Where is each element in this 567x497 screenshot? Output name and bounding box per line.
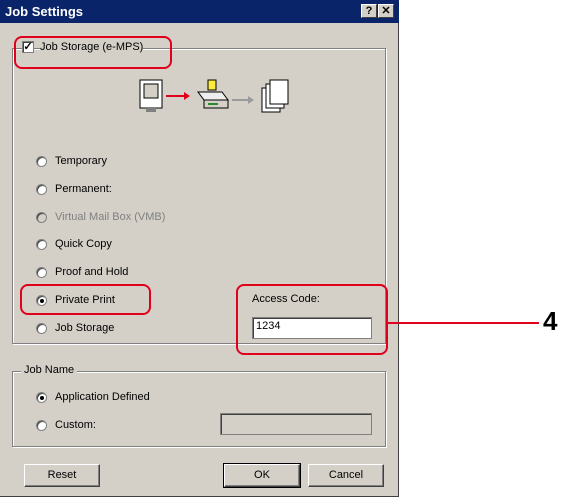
radio-job-storage[interactable]: Job Storage bbox=[36, 320, 114, 336]
custom-name-input[interactable] bbox=[220, 413, 372, 435]
callout-line bbox=[387, 322, 539, 324]
job-name-group-label: Job Name bbox=[21, 364, 78, 376]
radio-dot-icon bbox=[36, 322, 47, 334]
radio-dot-icon bbox=[36, 419, 47, 431]
radio-temporary[interactable]: Temporary bbox=[36, 153, 107, 169]
close-button[interactable]: ✕ bbox=[378, 4, 394, 18]
job-name-group: Job Name bbox=[12, 364, 386, 447]
radio-dot-icon bbox=[36, 155, 47, 167]
cancel-button[interactable]: Cancel bbox=[308, 464, 384, 487]
highlight-private-print bbox=[20, 284, 151, 315]
radio-proof-and-hold[interactable]: Proof and Hold bbox=[36, 264, 128, 280]
radio-virtual-mail-box-label: Virtual Mail Box (VMB) bbox=[55, 211, 166, 223]
radio-dot-icon bbox=[36, 266, 47, 278]
radio-application-defined-label: Application Defined bbox=[55, 391, 150, 403]
radio-dot-icon bbox=[36, 183, 47, 195]
radio-custom[interactable]: Custom: bbox=[36, 417, 96, 433]
radio-temporary-label: Temporary bbox=[55, 155, 107, 167]
dialog-title: Job Settings bbox=[5, 4, 84, 19]
radio-quick-copy-label: Quick Copy bbox=[55, 238, 112, 250]
radio-dot-icon bbox=[36, 211, 47, 223]
radio-custom-label: Custom: bbox=[55, 419, 96, 431]
reset-button[interactable]: Reset bbox=[24, 464, 100, 487]
ok-button[interactable]: OK bbox=[223, 463, 301, 488]
callout-number: 4 bbox=[543, 306, 558, 336]
radio-dot-icon bbox=[36, 238, 47, 250]
radio-virtual-mail-box[interactable]: Virtual Mail Box (VMB) bbox=[36, 209, 165, 225]
radio-proof-and-hold-label: Proof and Hold bbox=[55, 266, 129, 278]
radio-dot-selected-icon bbox=[36, 391, 47, 403]
job-settings-dialog: Job Settings ? ✕ ✓ Job Storage (e-MPS) T… bbox=[0, 0, 399, 497]
radio-job-storage-label: Job Storage bbox=[55, 322, 115, 334]
highlight-job-storage-checkbox bbox=[14, 36, 172, 69]
title-bar: Job Settings ? ✕ bbox=[0, 0, 399, 23]
highlight-access-code bbox=[236, 284, 388, 355]
radio-permanent-label: Permanent: bbox=[55, 183, 112, 195]
help-button[interactable]: ? bbox=[361, 4, 377, 18]
radio-permanent[interactable]: Permanent: bbox=[36, 181, 112, 197]
radio-application-defined[interactable]: Application Defined bbox=[36, 389, 150, 405]
job-storage-illustration-icon bbox=[139, 79, 289, 113]
radio-quick-copy[interactable]: Quick Copy bbox=[36, 236, 112, 252]
